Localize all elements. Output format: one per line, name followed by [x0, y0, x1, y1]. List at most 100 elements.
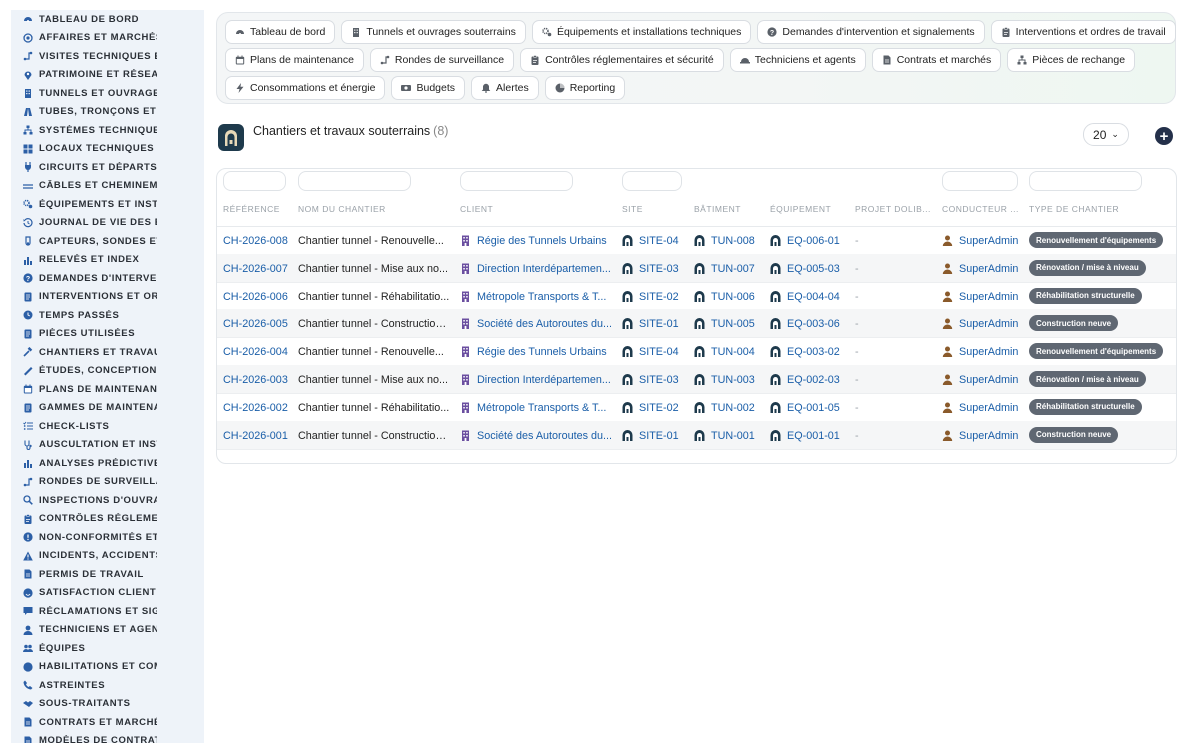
sidebar-item[interactable]: PERMIS DE TRAVAIL	[11, 565, 204, 584]
column-header[interactable]: RÉFÉRENCE	[223, 204, 280, 214]
sidebar-item[interactable]: JOURNAL DE VIE DES ÉQ	[11, 214, 204, 233]
sidebar-item[interactable]: TEMPS PASSÉS	[11, 306, 204, 325]
site-link[interactable]: SITE-01	[622, 429, 679, 443]
filter-site-input[interactable]	[622, 171, 682, 191]
table-row[interactable]: CH-2026-007 Chantier tunnel - Mise aux no…	[217, 253, 1176, 283]
site-link[interactable]: SITE-04	[622, 234, 679, 248]
filter-type-input[interactable]	[1029, 171, 1142, 191]
client-link[interactable]: Métropole Transports & T...	[460, 401, 606, 415]
client-link[interactable]: Régie des Tunnels Urbains	[460, 234, 607, 248]
sidebar-item[interactable]: ANALYSES PRÉDICTIVES	[11, 454, 204, 473]
conducteur-link[interactable]: SuperAdmin	[942, 401, 1018, 415]
top-menu-button[interactable]: Budgets	[391, 76, 466, 100]
conducteur-link[interactable]: SuperAdmin	[942, 373, 1018, 387]
sidebar-item[interactable]: INSPECTIONS D'OUVRAG	[11, 491, 204, 510]
client-link[interactable]: Société des Autoroutes du...	[460, 317, 612, 331]
conducteur-link[interactable]: SuperAdmin	[942, 234, 1018, 248]
top-menu-button[interactable]: Tableau de bord	[225, 20, 336, 44]
top-menu-button[interactable]: Tunnels et ouvrages souterrains	[341, 20, 526, 44]
column-header[interactable]: TYPE DE CHANTIER	[1029, 204, 1119, 214]
sidebar-item[interactable]: LOCAUX TECHNIQUES ET	[11, 140, 204, 159]
conducteur-link[interactable]: SuperAdmin	[942, 345, 1018, 359]
site-link[interactable]: SITE-02	[622, 290, 679, 304]
filter-ref-input[interactable]	[223, 171, 286, 191]
equipement-link[interactable]: EQ-001-05	[770, 401, 840, 415]
sidebar-item[interactable]: RÉCLAMATIONS ET SIGNA	[11, 602, 204, 621]
filter-name-input[interactable]	[298, 171, 411, 191]
sidebar-item[interactable]: ÉTUDES, CONCEPTION ET	[11, 362, 204, 381]
sidebar-item[interactable]: SATISFACTION CLIENT	[11, 584, 204, 603]
client-link[interactable]: Société des Autoroutes du...	[460, 429, 612, 443]
site-link[interactable]: SITE-01	[622, 317, 679, 331]
column-header[interactable]: SITE	[622, 204, 643, 214]
sidebar-item[interactable]: PLANS DE MAINTENANCE	[11, 380, 204, 399]
column-header[interactable]: ÉQUIPEMENT	[770, 204, 831, 214]
batiment-link[interactable]: TUN-004	[694, 345, 755, 359]
sidebar-item[interactable]: CONTRATS ET MARCHÉS	[11, 713, 204, 732]
conducteur-link[interactable]: SuperAdmin	[942, 429, 1018, 443]
conducteur-link[interactable]: SuperAdmin	[942, 290, 1018, 304]
equipement-link[interactable]: EQ-004-04	[770, 290, 840, 304]
filter-client-input[interactable]	[460, 171, 573, 191]
ref-link[interactable]: CH-2026-007	[223, 262, 288, 276]
ref-link[interactable]: CH-2026-006	[223, 290, 288, 304]
batiment-link[interactable]: TUN-003	[694, 373, 755, 387]
table-row[interactable]: CH-2026-006 Chantier tunnel - Réhabilitat…	[217, 282, 1176, 311]
sidebar-item[interactable]: PATRIMOINE ET RÉSEAUX	[11, 66, 204, 85]
per-page-select[interactable]: 20 ⌄	[1083, 123, 1129, 146]
column-header[interactable]: NOM DU CHANTIER	[298, 204, 386, 214]
top-menu-button[interactable]: Techniciens et agents	[729, 48, 866, 72]
sidebar-item[interactable]: ASTREINTES	[11, 676, 204, 695]
top-menu-button[interactable]: Reporting	[544, 76, 626, 100]
sidebar-item[interactable]: CÂBLES ET CHEMINEMEN	[11, 177, 204, 196]
ref-link[interactable]: CH-2026-001	[223, 429, 288, 443]
top-menu-button[interactable]: Alertes	[471, 76, 539, 100]
equipement-link[interactable]: EQ-001-01	[770, 429, 840, 443]
client-link[interactable]: Direction Interdépartemen...	[460, 373, 611, 387]
column-header[interactable]: BÂTIMENT	[694, 204, 741, 214]
column-header[interactable]: CONDUCTEUR ...	[942, 204, 1019, 214]
column-header[interactable]: CLIENT	[460, 204, 493, 214]
sidebar-item[interactable]: CAPTEURS, SONDES ET C	[11, 232, 204, 251]
batiment-link[interactable]: TUN-006	[694, 290, 755, 304]
sidebar-item[interactable]: NON-CONFORMITÉS ET A	[11, 528, 204, 547]
equipement-link[interactable]: EQ-005-03	[770, 262, 840, 276]
sidebar-item[interactable]: MODÈLES DE CONTRATS	[11, 732, 204, 743]
client-link[interactable]: Direction Interdépartemen...	[460, 262, 611, 276]
top-menu-button[interactable]: Pièces de rechange	[1007, 48, 1136, 72]
sidebar-item[interactable]: RONDES DE SURVEILLAN	[11, 473, 204, 492]
top-menu-button[interactable]: Contrôles réglementaires et sécurité	[520, 48, 724, 72]
top-menu-button[interactable]: Plans de maintenance	[225, 48, 364, 72]
sidebar-item[interactable]: SOUS-TRAITANTS	[11, 695, 204, 714]
sidebar-item[interactable]: AFFAIRES ET MARCHÉS	[11, 29, 204, 48]
ref-link[interactable]: CH-2026-003	[223, 373, 288, 387]
sidebar-item[interactable]: RELEVÉS ET INDEX	[11, 251, 204, 270]
top-menu-button[interactable]: Rondes de surveillance	[369, 48, 515, 72]
filter-conducteur-input[interactable]	[942, 171, 1018, 191]
sidebar-item[interactable]: ÉQUIPEMENTS ET INSTAL	[11, 195, 204, 214]
client-link[interactable]: Régie des Tunnels Urbains	[460, 345, 607, 359]
table-row[interactable]: CH-2026-008 Chantier tunnel - Renouvelle.…	[217, 226, 1176, 255]
sidebar-item[interactable]: TUNNELS ET OUVRAGES	[11, 84, 204, 103]
sidebar-item[interactable]: GAMMES DE MAINTENAN	[11, 399, 204, 418]
equipement-link[interactable]: EQ-002-03	[770, 373, 840, 387]
top-menu-button[interactable]: Équipements et installations techniques	[531, 20, 752, 44]
sidebar-item[interactable]: TABLEAU DE BORD	[11, 10, 204, 29]
equipement-link[interactable]: EQ-006-01	[770, 234, 840, 248]
batiment-link[interactable]: TUN-008	[694, 234, 755, 248]
sidebar-item[interactable]: INCIDENTS, ACCIDENTS E	[11, 547, 204, 566]
column-header[interactable]: PROJET DOLIB...	[855, 204, 931, 214]
sidebar-item[interactable]: VISITES TECHNIQUES ET	[11, 47, 204, 66]
sidebar-item[interactable]: CHECK-LISTS	[11, 417, 204, 436]
top-menu-button[interactable]: Interventions et ordres de travail	[990, 20, 1176, 44]
top-menu-button[interactable]: Consommations et énergie	[225, 76, 386, 100]
sidebar-item[interactable]: ? DEMANDES D'INTERVENT	[11, 269, 204, 288]
sidebar-item[interactable]: ÉQUIPES	[11, 639, 204, 658]
sidebar-item[interactable]: HABILITATIONS ET COMP	[11, 658, 204, 677]
site-link[interactable]: SITE-03	[622, 373, 679, 387]
sidebar-item[interactable]: CONTRÔLES RÉGLEMENT	[11, 510, 204, 529]
sidebar-item[interactable]: CIRCUITS ET DÉPARTS É	[11, 158, 204, 177]
sidebar-item[interactable]: CHANTIERS ET TRAVAUX	[11, 343, 204, 362]
sidebar-item[interactable]: PIÈCES UTILISÉES	[11, 325, 204, 344]
equipement-link[interactable]: EQ-003-02	[770, 345, 840, 359]
